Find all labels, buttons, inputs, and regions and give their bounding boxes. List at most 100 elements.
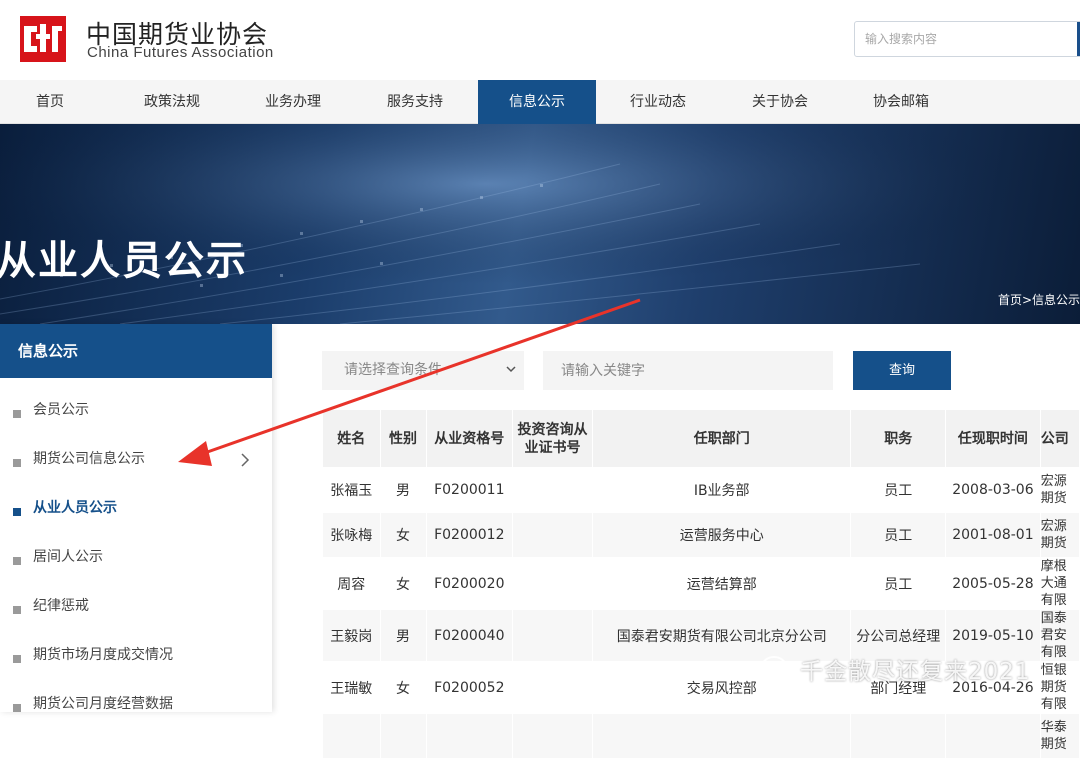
cell-department: 运营服务中心 bbox=[591, 512, 852, 558]
col-header-license-no: 从业资格号 bbox=[425, 409, 514, 468]
cell-advisory-cert bbox=[512, 713, 593, 759]
col-header-department: 任职部门 bbox=[591, 409, 852, 468]
cell-license-no: F0200012 bbox=[425, 512, 514, 558]
cell-department bbox=[591, 713, 852, 759]
bullet-icon bbox=[13, 508, 21, 516]
chevron-right-icon bbox=[241, 453, 250, 467]
nav-item-home[interactable]: 首页 bbox=[0, 80, 100, 124]
cell-appointed-date: 2008-03-06 bbox=[945, 467, 1041, 513]
cell-license-no: F0200052 bbox=[425, 661, 514, 714]
cell-name: 张咏梅 bbox=[322, 512, 381, 558]
sidebar-item-monthly-operations[interactable]: 期货公司月度经营数据 bbox=[0, 686, 272, 735]
cell-name bbox=[322, 713, 381, 759]
col-header-advisory-cert: 投资咨询从业证书号 bbox=[512, 409, 593, 468]
table-row[interactable]: 张咏梅 女 F0200012 运营服务中心 员工 2001-08-01 宏源期货 bbox=[322, 512, 1080, 558]
col-header-gender: 性别 bbox=[379, 409, 427, 468]
wechat-icon bbox=[761, 656, 795, 682]
cell-gender: 女 bbox=[379, 661, 427, 714]
nav-item-about[interactable]: 关于协会 bbox=[720, 80, 840, 124]
sidebar-item-monthly-volume[interactable]: 期货市场月度成交情况 bbox=[0, 637, 272, 686]
sidebar-item-members[interactable]: 会员公示 bbox=[0, 392, 272, 441]
nav-item-policy[interactable]: 政策法规 bbox=[112, 80, 232, 124]
cell-gender: 女 bbox=[379, 512, 427, 558]
sidebar-item-label: 纪律惩戒 bbox=[33, 598, 89, 614]
cell-appointed-date: 2001-08-01 bbox=[945, 512, 1041, 558]
sidebar-item-discipline[interactable]: 纪律惩戒 bbox=[0, 588, 272, 637]
sidebar-item-company-info[interactable]: 期货公司信息公示 bbox=[0, 441, 272, 490]
cell-name: 周容 bbox=[322, 557, 381, 610]
bullet-icon bbox=[13, 655, 21, 663]
cell-company: 宏源期货 bbox=[1039, 512, 1080, 558]
select-label: 请选择查询条件 bbox=[344, 362, 442, 378]
sidebar-item-label: 从业人员公示 bbox=[33, 500, 117, 516]
sidebar-heading: 信息公示 bbox=[0, 324, 272, 378]
cell-name: 王毅岗 bbox=[322, 609, 381, 662]
nav-item-news[interactable]: 行业动态 bbox=[598, 80, 718, 124]
cell-company: 宏源期货 bbox=[1039, 467, 1080, 513]
cell-company: 国泰君安有限 bbox=[1039, 609, 1080, 662]
sidebar-item-label: 期货市场月度成交情况 bbox=[33, 647, 173, 663]
bullet-icon bbox=[13, 557, 21, 565]
table-header-row: 姓名 性别 从业资格号 投资咨询从业证书号 任职部门 职务 任现职时间 公司 bbox=[322, 409, 1080, 468]
query-condition-select[interactable]: 请选择查询条件 bbox=[322, 351, 524, 390]
cell-company: 摩根大通有限 bbox=[1039, 557, 1080, 610]
watermark-text: 千金散尽还复来2021 bbox=[800, 659, 1031, 685]
sidebar-item-label: 期货公司月度经营数据 bbox=[33, 696, 173, 712]
table-row[interactable]: 华泰期货 bbox=[322, 713, 1080, 759]
search-input[interactable] bbox=[855, 22, 1045, 56]
table-row[interactable]: 周容 女 F0200020 运营结算部 员工 2005-05-28 摩根大通有限 bbox=[322, 557, 1080, 610]
sidebar-item-label: 会员公示 bbox=[33, 402, 89, 418]
cell-license-no: F0200040 bbox=[425, 609, 514, 662]
cell-name: 张福玉 bbox=[322, 467, 381, 513]
cell-department: IB业务部 bbox=[591, 467, 852, 513]
cell-name: 王瑞敏 bbox=[322, 661, 381, 714]
cell-advisory-cert bbox=[512, 557, 593, 610]
sidebar-item-label: 期货公司信息公示 bbox=[33, 451, 145, 467]
col-header-name: 姓名 bbox=[322, 409, 381, 468]
cell-gender bbox=[379, 713, 427, 759]
bullet-icon bbox=[13, 410, 21, 418]
nav-item-business[interactable]: 业务办理 bbox=[233, 80, 353, 124]
cell-appointed-date: 2005-05-28 bbox=[945, 557, 1041, 610]
cell-license-no: F0200011 bbox=[425, 467, 514, 513]
table-row[interactable]: 张福玉 男 F0200011 IB业务部 员工 2008-03-06 宏源期货 bbox=[322, 467, 1080, 513]
cell-position: 员工 bbox=[850, 512, 947, 558]
cell-company: 恒银期货有限 bbox=[1039, 661, 1080, 714]
cell-advisory-cert bbox=[512, 467, 593, 513]
keyword-input[interactable] bbox=[543, 351, 833, 390]
practitioner-table: 姓名 性别 从业资格号 投资咨询从业证书号 任职部门 职务 任现职时间 公司 张… bbox=[322, 409, 1080, 759]
cell-appointed-date bbox=[945, 713, 1041, 759]
sidebar-item-practitioners[interactable]: 从业人员公示 bbox=[0, 490, 272, 539]
cell-position: 员工 bbox=[850, 557, 947, 610]
cell-advisory-cert bbox=[512, 609, 593, 662]
cell-license-no: F0200020 bbox=[425, 557, 514, 610]
col-header-appointed-date: 任现职时间 bbox=[945, 409, 1041, 468]
bullet-icon bbox=[13, 704, 21, 712]
logo-title-en[interactable]: China Futures Association bbox=[87, 44, 274, 61]
main-nav: 首页 政策法规 业务办理 服务支持 信息公示 行业动态 关于协会 协会邮箱 bbox=[0, 80, 1080, 124]
page-banner: 从业人员公示 首页>信息公示 bbox=[0, 124, 1080, 324]
col-header-position: 职务 bbox=[850, 409, 947, 468]
nav-item-service[interactable]: 服务支持 bbox=[355, 80, 475, 124]
cell-gender: 男 bbox=[379, 609, 427, 662]
cell-position bbox=[850, 713, 947, 759]
col-header-company: 公司 bbox=[1039, 409, 1080, 468]
query-button[interactable]: 查询 bbox=[853, 351, 951, 390]
nav-item-mail[interactable]: 协会邮箱 bbox=[841, 80, 961, 124]
sidebar-item-intermediaries[interactable]: 居间人公示 bbox=[0, 539, 272, 588]
site-header: 中国期货业协会 China Futures Association bbox=[0, 0, 1080, 80]
cell-license-no bbox=[425, 713, 514, 759]
cell-gender: 女 bbox=[379, 557, 427, 610]
banner-graphic bbox=[0, 124, 1080, 324]
breadcrumb[interactable]: 首页>信息公示 bbox=[998, 291, 1080, 308]
sidebar: 信息公示 会员公示 期货公司信息公示 从业人员公示 居间人公示 纪律惩戒 期货市… bbox=[0, 324, 272, 712]
cell-advisory-cert bbox=[512, 661, 593, 714]
site-search bbox=[854, 21, 1080, 57]
nav-item-info[interactable]: 信息公示 bbox=[478, 80, 596, 124]
cell-position: 员工 bbox=[850, 467, 947, 513]
sidebar-item-label: 居间人公示 bbox=[33, 549, 103, 565]
chevron-down-icon bbox=[506, 366, 516, 373]
logo-icon[interactable] bbox=[20, 16, 66, 62]
bullet-icon bbox=[13, 606, 21, 614]
page-title: 从业人员公示 bbox=[0, 238, 248, 284]
